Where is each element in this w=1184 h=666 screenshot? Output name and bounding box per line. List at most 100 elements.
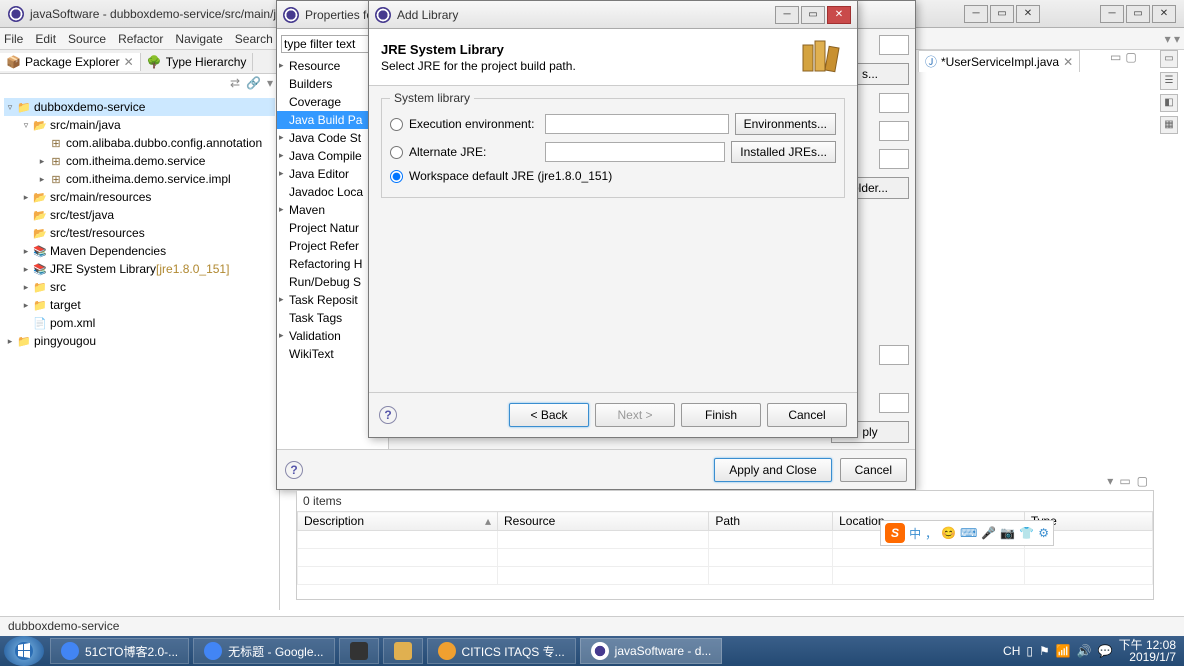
ime-item[interactable]: 🎤 <box>981 526 996 540</box>
exec-env-combo[interactable] <box>545 114 729 134</box>
col-resource[interactable]: Resource <box>498 512 709 531</box>
source-folder-icon: 📂 <box>32 207 48 223</box>
task-item[interactable] <box>383 638 423 664</box>
tree-package[interactable]: ▸⊞com.itheima.demo.service <box>4 152 275 170</box>
menu-edit[interactable]: Edit <box>35 32 56 46</box>
col-path[interactable]: Path <box>709 512 833 531</box>
minimize-view-icon[interactable]: ▭ <box>1110 50 1121 64</box>
task-item[interactable]: 无标题 - Google... <box>193 638 334 664</box>
ime-item[interactable]: 📷 <box>1000 526 1015 540</box>
outline-icon[interactable]: ▭ <box>1160 50 1178 68</box>
minimize-button[interactable]: ─ <box>964 5 988 23</box>
dialog-title: Add Library <box>397 8 775 22</box>
next-button[interactable]: Next > <box>595 403 675 427</box>
task-item-active[interactable]: javaSoftware - d... <box>580 638 723 664</box>
collapse-icon[interactable]: ⇄ <box>230 76 240 92</box>
ime-item[interactable]: 😊 <box>941 526 956 540</box>
tree-jre-library[interactable]: ▸📚JRE System Library [jre1.8.0_151] <box>4 260 275 278</box>
tree-src[interactable]: ▸📁src <box>4 278 275 296</box>
cancel-button[interactable]: Cancel <box>767 403 847 427</box>
outer-maximize-button[interactable]: ▭ <box>1126 5 1150 23</box>
source-folder-icon: 📂 <box>32 225 48 241</box>
tab-type-hierarchy[interactable]: 🌳 Type Hierarchy <box>141 53 254 71</box>
outer-close-button[interactable]: ✕ <box>1152 5 1176 23</box>
environments-button[interactable]: Environments... <box>735 113 836 135</box>
ime-item[interactable]: 中 <box>909 525 921 542</box>
project-tree[interactable]: ▿📁dubboxdemo-service ▿📂src/main/java ⊞co… <box>0 94 279 610</box>
maximize-button[interactable]: ▭ <box>990 5 1014 23</box>
tree-target[interactable]: ▸📁target <box>4 296 275 314</box>
col-description[interactable]: Description ▴ <box>298 512 498 531</box>
radio-label: Workspace default JRE (jre1.8.0_151) <box>409 169 612 183</box>
tab-close-icon[interactable]: ✕ <box>1063 55 1073 69</box>
view-menu-icon[interactable]: ▾ <box>267 76 273 92</box>
tree-pom[interactable]: 📄pom.xml <box>4 314 275 332</box>
view-icon[interactable]: ▦ <box>1160 116 1178 134</box>
tab-package-explorer[interactable]: 📦 Package Explorer ✕ <box>0 53 141 71</box>
outer-minimize-button[interactable]: ─ <box>1100 5 1124 23</box>
sogou-ime-bar[interactable]: S 中 ， 😊 ⌨ 🎤 📷 👕 ⚙ <box>880 520 1054 546</box>
editor-tab[interactable]: Ⓙ *UserServiceImpl.java ✕ <box>918 50 1080 72</box>
installed-jres-button[interactable]: Installed JREs... <box>731 141 836 163</box>
tree-project[interactable]: ▿📁dubboxdemo-service <box>4 98 275 116</box>
tab-close-icon[interactable]: ✕ <box>124 55 134 69</box>
ime-item[interactable]: ⚙ <box>1038 526 1049 540</box>
finish-button[interactable]: Finish <box>681 403 761 427</box>
close-button[interactable]: ✕ <box>827 6 851 24</box>
tree-package[interactable]: ⊞com.alibaba.dubbo.config.annotation <box>4 134 275 152</box>
menu-navigate[interactable]: Navigate <box>175 32 222 46</box>
project-icon: 📁 <box>16 333 32 349</box>
view-icon[interactable]: ◧ <box>1160 94 1178 112</box>
tray-icon[interactable]: ⚑ <box>1039 644 1050 658</box>
alt-jre-combo[interactable] <box>545 142 725 162</box>
view-icon[interactable]: ☰ <box>1160 72 1178 90</box>
problems-count: 0 items <box>297 491 1153 511</box>
tray-icon[interactable]: 🔊 <box>1077 644 1092 658</box>
back-button[interactable]: < Back <box>509 403 589 427</box>
tree-src-test-java[interactable]: 📂src/test/java <box>4 206 275 224</box>
clock[interactable]: 下午 12:08 2019/1/7 <box>1119 639 1176 663</box>
add-library-dialog: Add Library ─ ▭ ✕ JRE System Library Sel… <box>368 0 858 438</box>
ime-item[interactable]: ， <box>925 525 937 542</box>
radio-workspace-default[interactable]: Workspace default JRE (jre1.8.0_151) <box>390 169 836 183</box>
task-item[interactable]: CITICS ITAQS 专... <box>427 638 576 664</box>
tree-project2[interactable]: ▸📁pingyougou <box>4 332 275 350</box>
radio-execution-env[interactable]: Execution environment: Environments... <box>390 113 836 135</box>
minimize-button[interactable]: ─ <box>775 6 799 24</box>
tray-icon[interactable]: ▯ <box>1026 644 1033 658</box>
link-icon[interactable]: 🔗 <box>246 76 261 92</box>
tree-src-main-resources[interactable]: ▸📂src/main/resources <box>4 188 275 206</box>
toolbar-icon[interactable]: ▾ <box>1107 474 1113 488</box>
start-button[interactable] <box>4 636 44 666</box>
help-icon[interactable]: ? <box>379 406 397 424</box>
system-tray[interactable]: CH ▯ ⚑ 📶 🔊 💬 下午 12:08 2019/1/7 <box>995 639 1184 663</box>
filter-input[interactable] <box>281 35 381 53</box>
tree-src-main-java[interactable]: ▿📂src/main/java <box>4 116 275 134</box>
toolbar-icon[interactable]: ▭ <box>1119 474 1130 488</box>
task-item[interactable]: 51CTO博客2.0-... <box>50 638 189 664</box>
ime-item[interactable]: 👕 <box>1019 526 1034 540</box>
perspective-dropdown[interactable]: ▾ ▾ <box>1165 32 1180 46</box>
tree-src-test-resources[interactable]: 📂src/test/resources <box>4 224 275 242</box>
tree-maven-deps[interactable]: ▸📚Maven Dependencies <box>4 242 275 260</box>
menu-source[interactable]: Source <box>68 32 106 46</box>
ime-item[interactable]: ⌨ <box>960 526 977 540</box>
menu-refactor[interactable]: Refactor <box>118 32 163 46</box>
radio-input[interactable] <box>390 170 403 183</box>
menu-search[interactable]: Search <box>235 32 273 46</box>
close-button[interactable]: ✕ <box>1016 5 1040 23</box>
maximize-button[interactable]: ▭ <box>801 6 825 24</box>
radio-alternate-jre[interactable]: Alternate JRE: Installed JREs... <box>390 141 836 163</box>
toolbar-icon[interactable]: ▢ <box>1137 474 1148 488</box>
radio-input[interactable] <box>390 146 403 159</box>
task-item[interactable] <box>339 638 379 664</box>
menu-file[interactable]: File <box>4 32 23 46</box>
add-library-titlebar[interactable]: Add Library ─ ▭ ✕ <box>369 1 857 29</box>
tray-icon[interactable]: 💬 <box>1098 644 1113 658</box>
windows-taskbar: 51CTO博客2.0-... 无标题 - Google... CITICS IT… <box>0 636 1184 666</box>
radio-input[interactable] <box>390 118 403 131</box>
tray-icon[interactable]: 📶 <box>1056 644 1071 658</box>
maximize-view-icon[interactable]: ▢ <box>1125 50 1136 64</box>
ime-indicator[interactable]: CH <box>1003 644 1020 658</box>
tree-package[interactable]: ▸⊞com.itheima.demo.service.impl <box>4 170 275 188</box>
